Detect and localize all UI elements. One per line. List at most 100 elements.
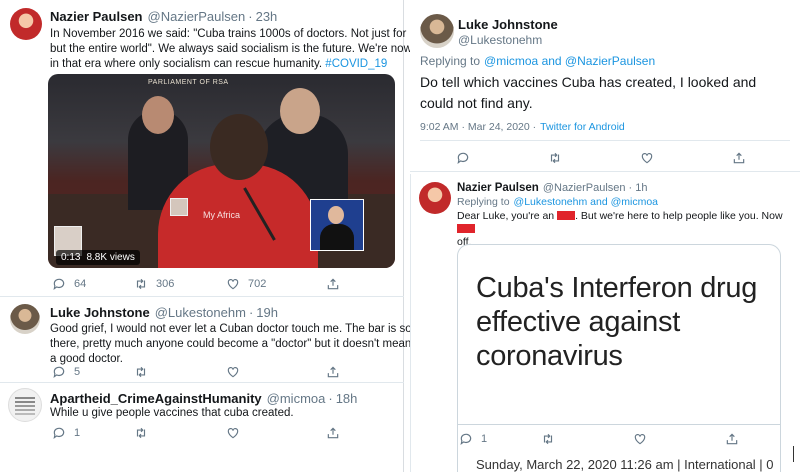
tweet-actions	[456, 151, 746, 165]
avatar[interactable]	[10, 304, 40, 334]
share-icon	[327, 366, 339, 378]
reply-action[interactable]	[456, 151, 548, 165]
retweet-action[interactable]	[134, 365, 226, 379]
share-icon	[327, 278, 339, 290]
author-handle[interactable]: @NazierPaulsen	[148, 9, 246, 24]
tweet-timestamp[interactable]: 9:02 AM · Mar 24, 2020 ·	[420, 121, 536, 133]
share-action[interactable]	[725, 432, 739, 446]
like-action[interactable]	[640, 151, 732, 165]
like-action[interactable]	[633, 432, 725, 446]
share-action[interactable]	[326, 426, 340, 440]
heart-icon	[227, 367, 239, 378]
avatar[interactable]	[420, 14, 454, 48]
like-action[interactable]	[226, 426, 326, 440]
like-action[interactable]: 702	[226, 277, 326, 291]
tweet-time[interactable]: 19h	[256, 305, 278, 320]
tweet-text-line: In November 2016 we said: "Cuba trains 1…	[50, 28, 441, 40]
reply-action[interactable]: 64	[52, 277, 134, 291]
share-action[interactable]	[326, 277, 340, 291]
retweet-icon	[543, 433, 553, 445]
author-name[interactable]: Apartheid_CrimeAgainstHumanity	[50, 391, 262, 406]
avatar[interactable]	[8, 388, 42, 422]
tweet-text: In November 2016 we said: "Cuba trains 1…	[50, 27, 442, 72]
replying-to-links[interactable]: @micmoa and @NazierPaulsen	[484, 54, 655, 68]
retweet-action[interactable]	[134, 426, 226, 440]
separator: ·	[628, 182, 633, 194]
video-overlay-thumbnail	[170, 198, 188, 216]
author-name[interactable]: Nazier Paulsen	[457, 182, 539, 194]
avatar[interactable]	[10, 8, 42, 40]
separator: ·	[328, 391, 333, 406]
tweet-source[interactable]: Twitter for Android	[540, 121, 625, 133]
reply-action[interactable]: 1	[52, 426, 134, 440]
author-name[interactable]: Luke Johnstone	[50, 305, 150, 320]
video-person-head	[142, 96, 174, 134]
divider	[420, 140, 790, 141]
tweet-text-line: in that era where only socialism can res…	[50, 58, 323, 70]
divider	[457, 424, 781, 425]
replying-prefix: Replying to	[457, 196, 510, 208]
divider	[0, 382, 404, 383]
tweet-text: Good grief, I would not ever let a Cuban…	[50, 322, 433, 367]
tweet-actions: 64 306 702	[52, 277, 340, 291]
reply-action[interactable]: 5	[52, 365, 134, 379]
interpreter-head	[328, 206, 344, 224]
tweet-actions: 5	[52, 365, 340, 379]
reply-icon	[53, 427, 65, 440]
tweet-actions: 1	[52, 426, 340, 440]
avatar[interactable]	[419, 182, 451, 214]
tweet-time[interactable]: 1h	[635, 182, 647, 194]
tweet-time[interactable]: 23h	[256, 9, 278, 24]
author-handle[interactable]: @micmoa	[267, 391, 326, 406]
hashtag-link[interactable]: #COVID_19	[325, 58, 387, 70]
author-name[interactable]: Nazier Paulsen	[50, 9, 143, 24]
retweet-action[interactable]: 306	[134, 277, 226, 291]
heart-icon	[227, 428, 239, 439]
card-headline: Cuba's Interferon drug effective against…	[476, 272, 758, 372]
retweet-icon	[136, 278, 146, 290]
reply-count: 64	[74, 278, 87, 290]
author-handle[interactable]: @Lukestonehm	[458, 33, 542, 47]
reply-count: 5	[74, 366, 81, 378]
author-name[interactable]: Luke Johnstone	[458, 17, 558, 32]
reply-count: 1	[481, 433, 488, 445]
replying-to-links[interactable]: @Lukestonehm and @micmoa	[514, 196, 658, 208]
video-logo-text: PARLIAMENT OF RSA	[148, 79, 229, 86]
share-action[interactable]	[732, 151, 746, 165]
focused-tweet-luke[interactable]: Luke Johnstone @Lukestonehm Replying to …	[410, 0, 800, 172]
separator: ·	[248, 305, 254, 320]
tweet-time[interactable]: 18h	[336, 391, 358, 406]
share-icon	[726, 433, 738, 445]
separator: ·	[248, 9, 253, 24]
tweet-text-line: could not find any.	[420, 95, 533, 111]
tweet-actions: 1	[459, 432, 739, 446]
like-action[interactable]	[226, 365, 326, 379]
share-action[interactable]	[326, 365, 340, 379]
censor-box	[457, 224, 475, 233]
card-date: Sunday, March 22, 2020 11:26 am | Intern…	[476, 457, 774, 472]
video-duration-badge: 0:13 8.8K views	[56, 250, 140, 265]
tweet-text-line: Good grief, I would not ever let a Cuban…	[50, 323, 433, 335]
retweet-action[interactable]	[548, 151, 640, 165]
reply-count: 1	[74, 427, 81, 439]
divider	[0, 296, 404, 297]
author-handle[interactable]: @Lukestonehm	[155, 305, 246, 320]
tweet-text-line: there, pretty much anyone could become a…	[50, 338, 429, 350]
reply-action[interactable]: 1	[459, 432, 541, 446]
retweet-action[interactable]	[541, 432, 633, 446]
tweet-text: Do tell which vaccines Cuba has created,…	[420, 72, 756, 114]
author-handle[interactable]: @NazierPaulsen	[543, 182, 626, 194]
video-person-head	[280, 88, 320, 134]
reply-icon	[53, 278, 65, 291]
reply-icon	[457, 152, 469, 165]
video-views: 8.8K views	[86, 252, 135, 263]
left-thread-panel: Nazier Paulsen @NazierPaulsen · 23h In N…	[0, 0, 442, 472]
tweet-text: While u give people vaccines that cuba c…	[50, 407, 294, 419]
tweet-nazier-reply[interactable]: Nazier Paulsen @NazierPaulsen · 1h Reply…	[410, 174, 790, 472]
tweet-text-line: Do tell which vaccines Cuba has created,…	[420, 74, 757, 90]
reply-icon	[460, 433, 472, 446]
embedded-video[interactable]: PARLIAMENT OF RSA My Africa 0:13 8.8K vi…	[48, 74, 395, 268]
retweet-icon	[550, 152, 560, 164]
tweet-text-line: but the entire world". We always said so…	[50, 43, 442, 55]
share-icon	[327, 427, 339, 439]
